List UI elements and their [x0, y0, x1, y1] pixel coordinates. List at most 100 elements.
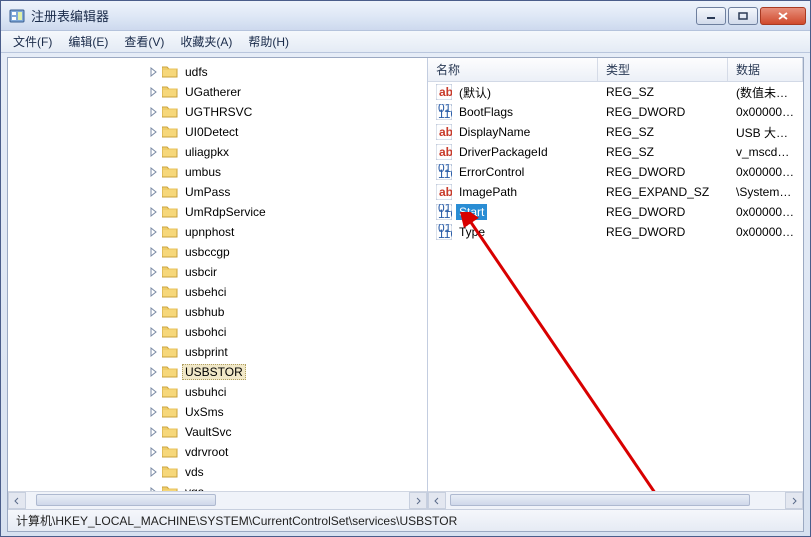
scroll-thumb[interactable]: [450, 494, 750, 506]
scroll-track[interactable]: [446, 492, 785, 509]
list-row[interactable]: (默认)REG_SZ(数值未设置): [428, 82, 803, 102]
value-data: \SystemRoot\system32: [728, 185, 803, 199]
expander-icon[interactable]: [148, 386, 160, 398]
tree-item[interactable]: usbcir: [8, 262, 427, 282]
maximize-button[interactable]: [728, 7, 758, 25]
expander-icon[interactable]: [148, 206, 160, 218]
tree-item[interactable]: UI0Detect: [8, 122, 427, 142]
statusbar: 计算机\HKEY_LOCAL_MACHINE\SYSTEM\CurrentCon…: [8, 509, 803, 531]
list-row[interactable]: ImagePathREG_EXPAND_SZ\SystemRoot\system…: [428, 182, 803, 202]
expander-icon[interactable]: [148, 186, 160, 198]
tree-item[interactable]: usbohci: [8, 322, 427, 342]
chevron-left-icon: [433, 497, 441, 505]
menubar: 文件(F) 编辑(E) 查看(V) 收藏夹(A) 帮助(H): [1, 31, 810, 53]
value-type: REG_EXPAND_SZ: [598, 185, 728, 199]
menu-file[interactable]: 文件(F): [5, 31, 60, 52]
scroll-left-button[interactable]: [8, 492, 26, 509]
expander-icon[interactable]: [148, 266, 160, 278]
value-type: REG_SZ: [598, 125, 728, 139]
list-row[interactable]: DriverPackageIdREG_SZv_mscdsc.inf_amd64_…: [428, 142, 803, 162]
tree-item-label: vdrvroot: [182, 444, 231, 460]
binary-value-icon: [436, 204, 452, 220]
tree-scroll[interactable]: udfsUGatherer UGTHRSVC UI0Detect uliagpkx um…: [8, 58, 427, 491]
scroll-left-button[interactable]: [428, 492, 446, 509]
list-row[interactable]: ErrorControlREG_DWORD0x00000001 (1): [428, 162, 803, 182]
scroll-track[interactable]: [26, 492, 409, 509]
tree-item[interactable]: USBSTOR: [8, 362, 427, 382]
close-button[interactable]: [760, 7, 806, 25]
expander-icon[interactable]: [148, 246, 160, 258]
list-body[interactable]: (默认)REG_SZ(数值未设置)BootFlagsREG_DWORD0x000…: [428, 82, 803, 491]
tree-item[interactable]: UmPass: [8, 182, 427, 202]
expander-icon[interactable]: [148, 426, 160, 438]
tree-item[interactable]: usbccgp: [8, 242, 427, 262]
folder-icon: [162, 265, 178, 279]
expander-icon[interactable]: [148, 326, 160, 338]
tree-item[interactable]: UmRdpService: [8, 202, 427, 222]
tree-item[interactable]: vga: [8, 482, 427, 491]
tree-item[interactable]: usbhub: [8, 302, 427, 322]
tree-item[interactable]: usbprint: [8, 342, 427, 362]
menu-help[interactable]: 帮助(H): [240, 31, 297, 52]
tree-item[interactable]: UGTHRSVC: [8, 102, 427, 122]
scroll-thumb[interactable]: [36, 494, 216, 506]
folder-icon: [162, 405, 178, 419]
tree-item-label: UmRdpService: [182, 204, 269, 220]
expander-icon[interactable]: [148, 446, 160, 458]
expander-icon[interactable]: [148, 346, 160, 358]
tree-item[interactable]: usbehci: [8, 282, 427, 302]
folder-icon: [162, 445, 178, 459]
tree-item-label: VaultSvc: [182, 424, 234, 440]
folder-icon: [162, 345, 178, 359]
tree-item-label: usbccgp: [182, 244, 233, 260]
expander-icon[interactable]: [148, 366, 160, 378]
value-type: REG_DWORD: [598, 105, 728, 119]
menu-view[interactable]: 查看(V): [116, 31, 172, 52]
tree-item[interactable]: UGatherer: [8, 82, 427, 102]
folder-icon: [162, 185, 178, 199]
expander-icon[interactable]: [148, 86, 160, 98]
list-row[interactable]: BootFlagsREG_DWORD0x00000004 (4): [428, 102, 803, 122]
tree-item-label: UGTHRSVC: [182, 104, 255, 120]
tree-item[interactable]: udfs: [8, 62, 427, 82]
scroll-right-button[interactable]: [409, 492, 427, 509]
menu-edit[interactable]: 编辑(E): [60, 31, 116, 52]
minimize-icon: [706, 12, 716, 20]
expander-icon[interactable]: [148, 306, 160, 318]
expander-icon[interactable]: [148, 486, 160, 491]
tree-item[interactable]: UxSms: [8, 402, 427, 422]
column-header-data[interactable]: 数据: [728, 58, 803, 81]
tree-item[interactable]: usbuhci: [8, 382, 427, 402]
tree-item-label: UI0Detect: [182, 124, 241, 140]
tree-hscrollbar[interactable]: [8, 491, 427, 509]
tree-item[interactable]: VaultSvc: [8, 422, 427, 442]
scroll-right-button[interactable]: [785, 492, 803, 509]
expander-icon[interactable]: [148, 66, 160, 78]
tree-item[interactable]: vds: [8, 462, 427, 482]
tree-item[interactable]: vdrvroot: [8, 442, 427, 462]
expander-icon[interactable]: [148, 286, 160, 298]
expander-icon[interactable]: [148, 146, 160, 158]
expander-icon[interactable]: [148, 166, 160, 178]
tree-item[interactable]: umbus: [8, 162, 427, 182]
column-header-type[interactable]: 类型: [598, 58, 728, 81]
expander-icon[interactable]: [148, 466, 160, 478]
expander-icon[interactable]: [148, 106, 160, 118]
minimize-button[interactable]: [696, 7, 726, 25]
tree-item-label: usbcir: [182, 264, 220, 280]
list-row[interactable]: DisplayNameREG_SZUSB 大容量存储驱动程序: [428, 122, 803, 142]
list-hscrollbar[interactable]: [428, 491, 803, 509]
tree-item[interactable]: uliagpkx: [8, 142, 427, 162]
list-row[interactable]: TypeREG_DWORD0x00000001 (1): [428, 222, 803, 242]
column-header-name[interactable]: 名称: [428, 58, 598, 81]
expander-icon[interactable]: [148, 406, 160, 418]
menu-favorites[interactable]: 收藏夹(A): [172, 31, 240, 52]
value-name: (默认): [456, 83, 494, 102]
expander-icon[interactable]: [148, 226, 160, 238]
titlebar: 注册表编辑器: [1, 1, 810, 31]
list-row[interactable]: StartREG_DWORD0x00000003 (3): [428, 202, 803, 222]
tree-item[interactable]: upnphost: [8, 222, 427, 242]
expander-icon[interactable]: [148, 126, 160, 138]
tree-item-label: USBSTOR: [182, 364, 246, 380]
tree-item-label: uliagpkx: [182, 144, 232, 160]
